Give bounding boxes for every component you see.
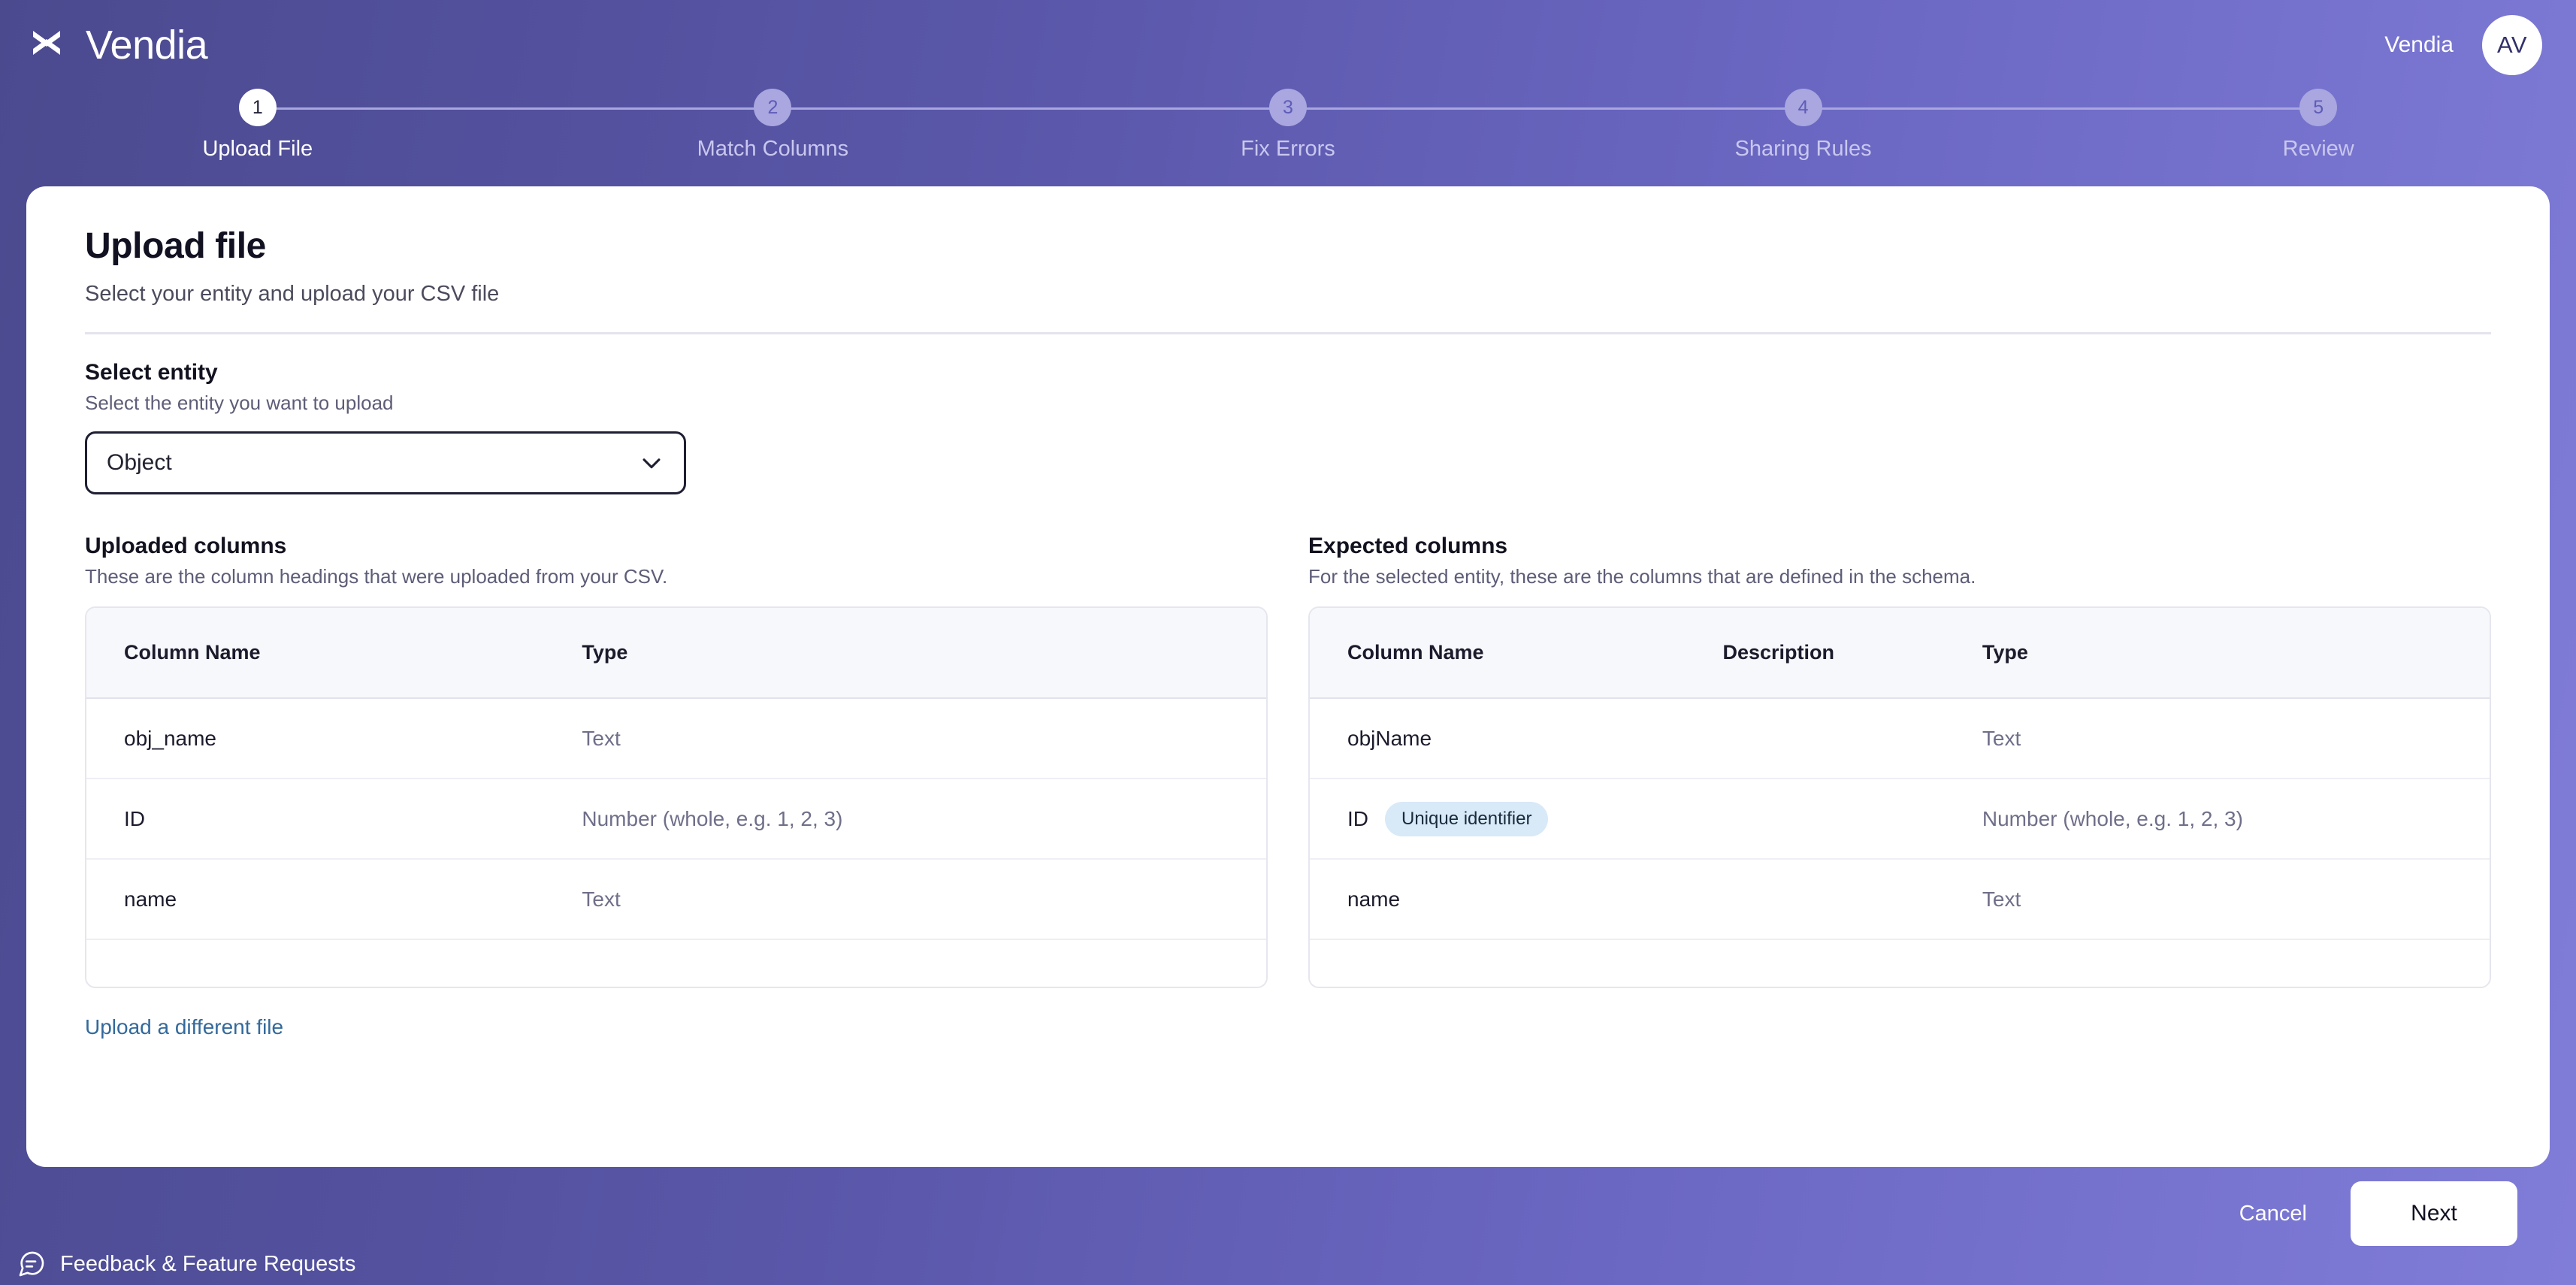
cell-type: Text — [1982, 859, 2490, 940]
cell-type: Text — [582, 698, 1266, 779]
column-header-type: Type — [1982, 608, 2490, 699]
stepper-step-label: Upload File — [202, 137, 313, 161]
cell-type: Text — [1982, 698, 2490, 779]
stepper-step-label: Review — [2282, 137, 2354, 161]
table-footer-spacer — [86, 940, 1266, 987]
cell-column-name: name — [1310, 859, 1723, 940]
uploaded-columns-table: Column Name Type obj_name Text ID Number… — [86, 608, 1266, 940]
uploaded-columns-title: Uploaded columns — [85, 534, 287, 558]
table-row: ID Unique identifier Number (whole, e.g.… — [1310, 779, 2490, 860]
unique-identifier-badge: Unique identifier — [1385, 801, 1549, 836]
column-header-description: Description — [1722, 608, 1982, 699]
column-header-name: Column Name — [86, 608, 582, 699]
stepper-step-fix-errors[interactable]: 3 Fix Errors — [1030, 89, 1804, 171]
cell-description — [1722, 779, 1982, 860]
speech-bubble-icon — [17, 1249, 47, 1279]
stepper-step-sharing-rules[interactable]: 4 Sharing Rules — [1546, 89, 2319, 171]
expected-columns-table: Column Name Description Type objName Tex… — [1310, 608, 2490, 940]
header-divider — [85, 332, 2491, 334]
expected-columns-title: Expected columns — [1308, 534, 1508, 558]
stepper-step-number: 3 — [1268, 89, 1307, 126]
page-subtitle: Select your entity and upload your CSV f… — [85, 282, 500, 306]
feedback-label: Feedback & Feature Requests — [60, 1251, 356, 1276]
stepper-step-number: 1 — [238, 89, 277, 126]
cell-type: Number (whole, e.g. 1, 2, 3) — [582, 779, 1266, 860]
cell-column-name: ID — [86, 779, 582, 860]
cell-column-name: objName — [1310, 698, 1723, 779]
select-entity-hint: Select the entity you want to upload — [85, 392, 394, 414]
column-header-name: Column Name — [1310, 608, 1723, 699]
stepper-step-label: Match Columns — [697, 137, 849, 161]
uploaded-columns-hint: These are the column headings that were … — [85, 565, 668, 588]
cell-description — [1722, 859, 1982, 940]
expected-columns-hint: For the selected entity, these are the c… — [1308, 565, 1976, 588]
org-name[interactable]: Vendia — [2384, 32, 2454, 58]
uploaded-columns-pane: Uploaded columns These are the column he… — [85, 534, 1268, 1039]
stepper-step-number: 5 — [2299, 89, 2338, 126]
avatar[interactable]: AV — [2482, 15, 2542, 75]
expected-columns-table-card: Column Name Description Type objName Tex… — [1308, 606, 2491, 988]
stepper-step-number: 4 — [1784, 89, 1822, 126]
select-entity-block: Select entity Select the entity you want… — [85, 360, 2491, 494]
column-header-type: Type — [582, 608, 1266, 699]
stepper-connector — [257, 107, 773, 110]
stepper-step-match-columns[interactable]: 2 Match Columns — [516, 89, 1288, 171]
table-header-row: Column Name Type — [86, 608, 1266, 699]
table-footer-spacer — [1310, 940, 2490, 987]
cell-column-name: ID Unique identifier — [1310, 779, 1723, 860]
next-button[interactable]: Next — [2351, 1181, 2517, 1246]
top-bar-right: Vendia AV — [2384, 15, 2542, 75]
stepper: 1 Upload File 2 Match Columns 3 Fix Erro… — [0, 89, 2576, 171]
table-row: name Text — [1310, 859, 2490, 940]
brand[interactable]: Vendia — [32, 23, 208, 68]
stepper-step-number: 2 — [754, 89, 792, 126]
stepper-step-label: Sharing Rules — [1734, 137, 1872, 161]
cell-column-name-text: objName — [1347, 726, 1432, 750]
cell-column-name: obj_name — [86, 698, 582, 779]
table-row: objName Text — [1310, 698, 2490, 779]
stepper-connector — [772, 107, 1288, 110]
cell-column-name-text: ID — [1347, 806, 1368, 830]
uploaded-columns-table-card: Column Name Type obj_name Text ID Number… — [85, 606, 1268, 988]
table-row: obj_name Text — [86, 698, 1266, 779]
stepper-step-review[interactable]: 5 Review — [2060, 89, 2576, 171]
cell-type: Number (whole, e.g. 1, 2, 3) — [1982, 779, 2490, 860]
entity-select-value: Object — [107, 450, 172, 475]
upload-file-card: Upload file Select your entity and uploa… — [26, 186, 2550, 1167]
stepper-step-upload-file[interactable]: 1 Upload File — [0, 89, 773, 171]
cell-column-name: name — [86, 859, 582, 940]
select-entity-label: Select entity — [85, 360, 218, 385]
expected-columns-pane: Expected columns For the selected entity… — [1308, 534, 2491, 1039]
cell-type: Text — [582, 859, 1266, 940]
columns-comparison: Uploaded columns These are the column he… — [85, 534, 2491, 1039]
cell-column-name-text: name — [1347, 887, 1401, 911]
chevron-down-icon — [639, 450, 664, 476]
table-header-row: Column Name Description Type — [1310, 608, 2490, 699]
brand-name: Vendia — [86, 23, 208, 68]
vendia-weave-logo-icon — [32, 26, 74, 65]
table-row: ID Number (whole, e.g. 1, 2, 3) — [86, 779, 1266, 860]
upload-different-file-link[interactable]: Upload a different file — [85, 1015, 283, 1039]
entity-select[interactable]: Object — [85, 431, 686, 494]
top-bar: Vendia Vendia AV — [0, 0, 2576, 90]
stepper-step-label: Fix Errors — [1241, 137, 1335, 161]
footer-actions: Cancel Next — [2229, 1181, 2517, 1246]
stepper-connector — [1803, 107, 2319, 110]
page-title: Upload file — [85, 226, 266, 266]
cell-description — [1722, 698, 1982, 779]
cancel-button[interactable]: Cancel — [2229, 1194, 2317, 1234]
table-row: name Text — [86, 859, 1266, 940]
stepper-connector — [1287, 107, 1804, 110]
feedback-widget[interactable]: Feedback & Feature Requests — [17, 1249, 355, 1279]
